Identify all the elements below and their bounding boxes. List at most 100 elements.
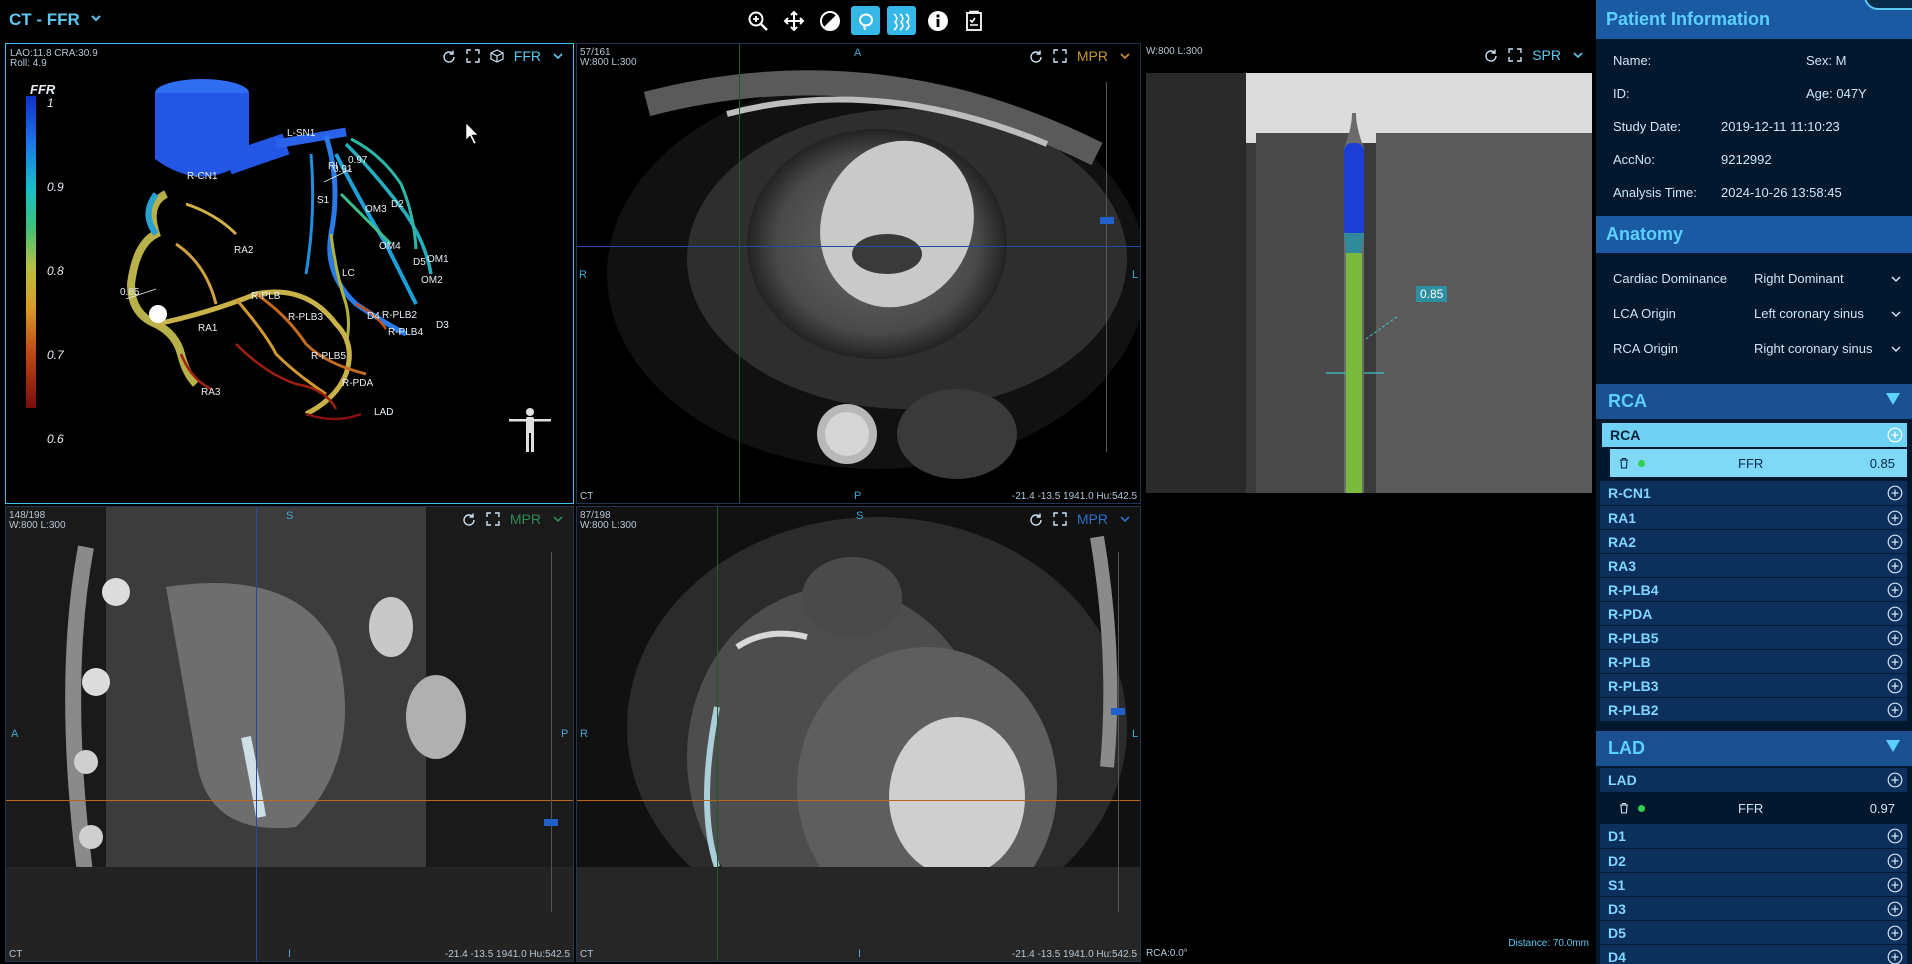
ffr-value-tag[interactable]: 0.85 <box>1416 286 1448 302</box>
vessel-row[interactable]: R-PLB3 <box>1600 673 1907 697</box>
slice-slider-track[interactable] <box>1118 552 1119 912</box>
ffr-3d-viewport[interactable]: LAO:11.8 CRA:30.9 Roll: 4.9 FFR FFR 1 0.… <box>5 43 574 504</box>
chevron-down-icon[interactable] <box>89 11 103 25</box>
empty-viewport[interactable]: RCA:0.0° Distance: 70.0mm <box>1143 506 1593 962</box>
crosshair-horizontal[interactable] <box>577 246 1140 247</box>
crosshair-horizontal[interactable] <box>577 800 1140 801</box>
reset-rotate-icon[interactable] <box>1029 49 1043 63</box>
vessel-row[interactable]: D1 <box>1600 824 1907 848</box>
add-circle-icon[interactable] <box>1887 630 1903 646</box>
sagittal-mpr-viewport[interactable]: 148/198 W:800 L:300 S I A P CT -21.4 -13… <box>5 506 574 962</box>
add-circle-icon[interactable] <box>1887 558 1903 574</box>
add-circle-icon[interactable] <box>1887 772 1903 788</box>
vessel-row[interactable]: D5 <box>1600 920 1907 944</box>
add-circle-icon[interactable] <box>1887 427 1903 443</box>
coronary-tree-3d-render[interactable] <box>6 44 573 503</box>
vessel-row[interactable]: R-PDA <box>1600 601 1907 625</box>
chevron-down-icon[interactable] <box>1890 343 1902 355</box>
maximize-icon[interactable] <box>1053 49 1067 63</box>
reset-rotate-icon[interactable] <box>462 512 476 526</box>
vessel-row[interactable]: S1 <box>1600 872 1907 896</box>
vessel-row[interactable]: R-PLB <box>1600 649 1907 673</box>
add-circle-icon[interactable] <box>1887 877 1903 893</box>
vessel-row[interactable]: RA3 <box>1600 553 1907 577</box>
slice-slider-thumb[interactable] <box>544 819 558 826</box>
add-circle-icon[interactable] <box>1887 534 1903 550</box>
chevron-down-icon[interactable] <box>551 512 565 526</box>
trash-icon[interactable] <box>1618 457 1630 469</box>
axial-mpr-viewport[interactable]: 57/161 W:800 L:300 A P R L CT -21.4 -13.… <box>576 43 1141 504</box>
lad-group-header[interactable]: LAD <box>1596 731 1912 766</box>
coronal-mpr-viewport[interactable]: 87/198 W:800 L:300 S I R L CT -21.4 -13.… <box>576 506 1141 962</box>
vessel-row[interactable]: D2 <box>1600 848 1907 872</box>
add-circle-icon[interactable] <box>1887 606 1903 622</box>
rca-group-header[interactable]: RCA <box>1596 384 1912 419</box>
anatomy-select-value[interactable]: Right Dominant <box>1754 271 1890 286</box>
ffr-measurement-row[interactable]: FFR 0.97 <box>1610 794 1907 822</box>
anatomy-select-value[interactable]: Right coronary sinus <box>1754 341 1890 356</box>
add-circle-icon[interactable] <box>1887 828 1903 844</box>
mode-label[interactable]: MPR <box>510 511 541 527</box>
crosshair-horizontal[interactable] <box>6 800 573 801</box>
vessel-row[interactable]: R-CN1 <box>1600 481 1907 505</box>
chevron-down-icon[interactable] <box>1118 512 1132 526</box>
rca-origin-row[interactable]: RCA Origin Right coronary sinus <box>1596 331 1912 366</box>
vessel-row[interactable]: D3 <box>1600 896 1907 920</box>
anatomy-select-value[interactable]: Left coronary sinus <box>1754 306 1890 321</box>
info-tool-button[interactable] <box>923 6 952 35</box>
add-circle-icon[interactable] <box>1887 949 1903 964</box>
chevron-down-icon[interactable] <box>1571 48 1585 62</box>
add-circle-icon[interactable] <box>1887 582 1903 598</box>
add-circle-icon[interactable] <box>1887 702 1903 718</box>
lca-origin-row[interactable]: LCA Origin Left coronary sinus <box>1596 296 1912 331</box>
add-circle-icon[interactable] <box>1887 678 1903 694</box>
vessel-row[interactable]: R-PLB2 <box>1600 697 1907 721</box>
mode-label[interactable]: SPR <box>1532 47 1561 63</box>
vessel-row[interactable]: R-PLB5 <box>1600 625 1907 649</box>
mode-label[interactable]: MPR <box>1077 511 1108 527</box>
maximize-icon[interactable] <box>1053 512 1067 526</box>
report-tool-button[interactable] <box>959 6 988 35</box>
window-level-tool-button[interactable] <box>815 6 844 35</box>
chevron-down-icon[interactable] <box>1890 273 1902 285</box>
add-circle-icon[interactable] <box>1887 853 1903 869</box>
chevron-down-icon[interactable] <box>1118 49 1132 63</box>
vessel-row-lad[interactable]: LAD <box>1600 768 1907 792</box>
crosshair-vertical[interactable] <box>256 507 257 961</box>
reset-rotate-icon[interactable] <box>1029 512 1043 526</box>
lasso-tool-button[interactable] <box>851 6 880 35</box>
ffr-measurement-row[interactable]: FFR 0.85 <box>1610 449 1907 477</box>
spr-straightened-viewport[interactable]: 0.85 W:800 L:300 SPR <box>1143 43 1593 504</box>
crosshair-vertical[interactable] <box>717 507 718 961</box>
slice-slider-track[interactable] <box>551 552 552 912</box>
collapse-triangle-icon[interactable] <box>1886 740 1900 752</box>
add-circle-icon[interactable] <box>1887 654 1903 670</box>
add-circle-icon[interactable] <box>1887 510 1903 526</box>
slice-slider-track[interactable] <box>1106 82 1107 452</box>
vessel-row[interactable]: R-PLB4 <box>1600 577 1907 601</box>
add-circle-icon[interactable] <box>1887 925 1903 941</box>
vessel-row-rca[interactable]: RCA <box>1602 423 1907 447</box>
vessel-label: RA2 <box>234 245 254 256</box>
maximize-icon[interactable] <box>1508 48 1522 62</box>
add-circle-icon[interactable] <box>1887 901 1903 917</box>
cardiac-dominance-row[interactable]: Cardiac Dominance Right Dominant <box>1596 261 1912 296</box>
vessel-pattern-tool-button[interactable] <box>887 6 916 35</box>
vessel-row[interactable]: RA2 <box>1600 529 1907 553</box>
reset-rotate-icon[interactable] <box>1484 48 1498 62</box>
chevron-down-icon[interactable] <box>1890 308 1902 320</box>
vessel-row[interactable]: RA1 <box>1600 505 1907 529</box>
crosshair-vertical[interactable] <box>739 44 740 503</box>
pan-tool-button[interactable] <box>779 6 808 35</box>
mode-label[interactable]: MPR <box>1077 48 1108 64</box>
zoom-in-tool-button[interactable] <box>743 6 772 35</box>
add-circle-icon[interactable] <box>1887 485 1903 501</box>
vessel-name: LAD <box>1608 772 1637 788</box>
maximize-icon[interactable] <box>486 512 500 526</box>
trash-icon[interactable] <box>1618 802 1630 814</box>
collapse-triangle-icon[interactable] <box>1886 393 1900 405</box>
vessel-row[interactable]: D4 <box>1600 944 1907 964</box>
slice-slider-thumb[interactable] <box>1100 217 1114 224</box>
slice-slider-thumb[interactable] <box>1111 708 1125 715</box>
app-title[interactable]: CT - FFR <box>9 10 80 30</box>
